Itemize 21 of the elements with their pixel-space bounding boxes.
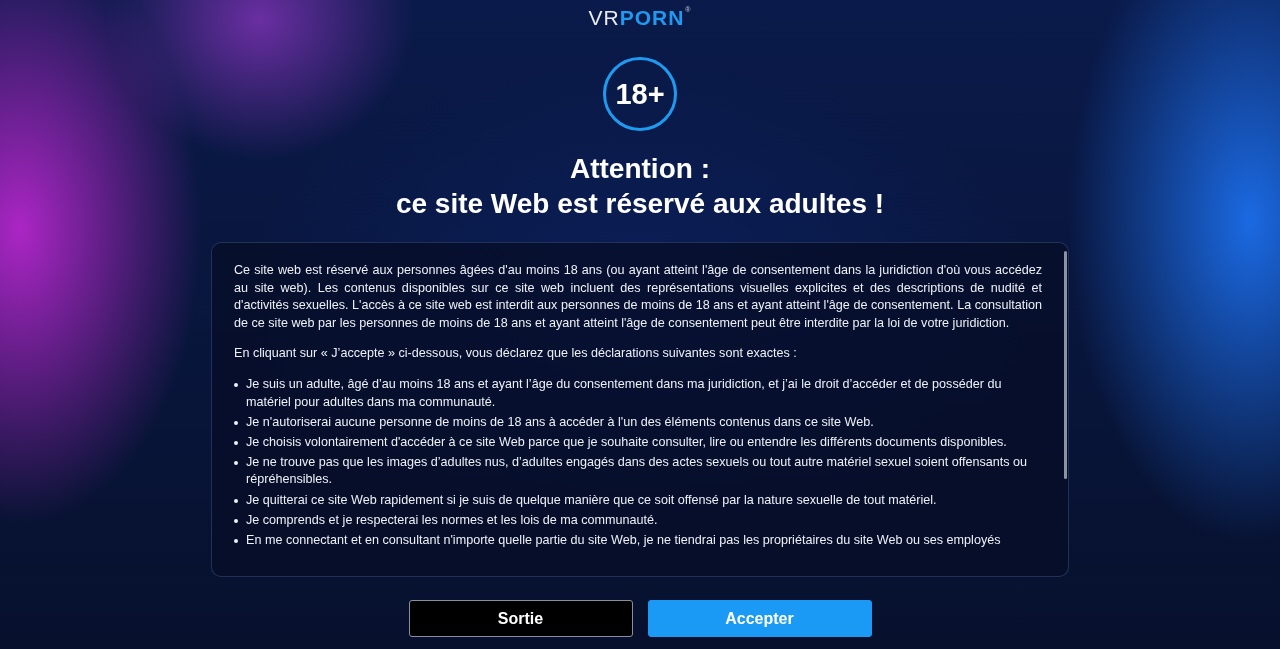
- intro-paragraph: Ce site web est réservé aux personnes âgées d'au moins 18 ans (ou ayant atteint l'âge de consentement dans la juridiction d'où vous accédez au site web). Les contenus disponibles sur ce site web incluent des représentations visuelles explicites et des descriptions de nudité et d'activités sexuelles. L'accès à ce site web est interdit aux personnes de moins de 18 ans et ayant atteint l'âge de consentement. La consultation de ce site web par les personnes de moins de 18 ans et ayant atteint l'âge de consentement peut être interdite par la loi de votre juridiction.: [234, 262, 1042, 332]
- lead-text: En cliquant sur « J’accepte » ci-dessous, vous déclarez que les déclarations suivantes sont exactes :: [234, 345, 798, 363]
- age-badge: 18+: [603, 57, 677, 131]
- bullet-icon: [234, 440, 238, 445]
- statement-text: Je suis un adulte, âgé d’au moins 18 ans et ayant l’âge du consentement dans ma juridiction, et j’ai le droit d’accéder et de posséder du matériel pour adultes dans ma communauté.: [246, 375, 1003, 411]
- bullet-icon: [234, 420, 238, 425]
- bullet-icon: [234, 460, 238, 465]
- exit-button[interactable]: Sortie: [408, 600, 633, 637]
- bullet-icon: [234, 498, 238, 503]
- statement-text: En me connectant et en consultant n'importe quelle partie du site Web, je ne tiendrai pas les propriétaires du site Web ou ses employés: [246, 531, 1001, 549]
- heading-line: ce site Web est réservé aux adultes !: [395, 187, 885, 221]
- statement-text: Je choisis volontairement d'accéder à ce site Web parce que je souhaite consulter, lire ou entendre les différents documents disponibles.: [246, 433, 1007, 451]
- statement-text: Je quitterai ce site Web rapidement si je suis de quelque manière que ce soit offensé par la nature sexuelle de tout matériel.: [246, 491, 937, 509]
- statement-text: Je n'autoriserai aucune personne de moins de 18 ans à accéder à l'un des éléments contenus dans ce site Web.: [246, 413, 874, 431]
- heading-line: Attention :: [569, 152, 711, 186]
- bullet-icon: [234, 382, 238, 387]
- statement-text: Je comprends et je respecterai les normes et les lois de ma communauté.: [246, 511, 658, 529]
- bullet-icon: [234, 538, 238, 543]
- statement-text: Je ne trouve pas que les images d’adultes nus, d’adultes engagés dans des actes sexuels ou tout autre matériel sexuel soient offensants ou répréhensibles.: [246, 453, 1029, 489]
- bullet-icon: [234, 518, 238, 523]
- scrollbar[interactable]: [1064, 251, 1067, 479]
